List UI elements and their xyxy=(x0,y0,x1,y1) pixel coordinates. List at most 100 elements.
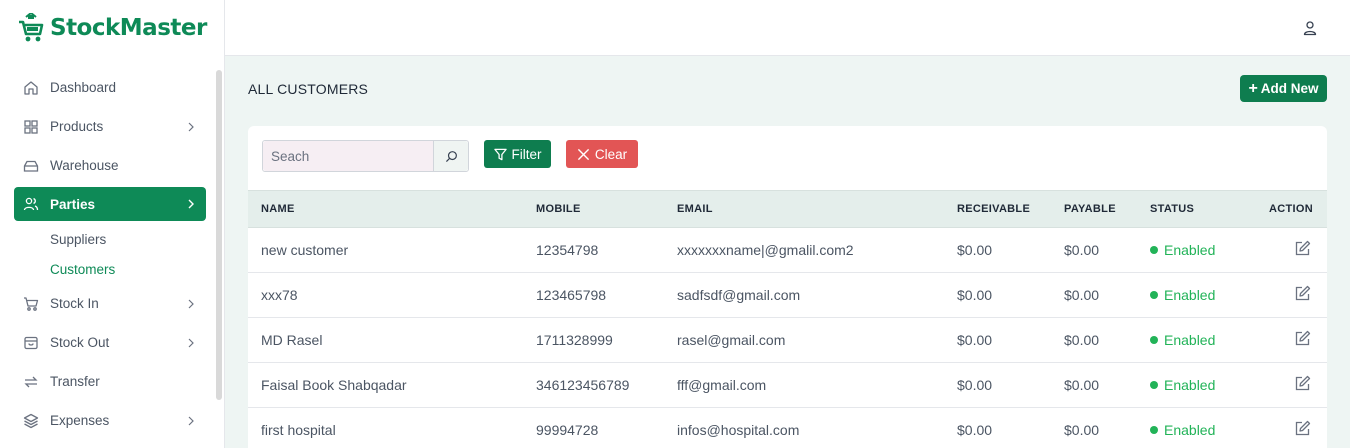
sidebar-item-label: Transfer xyxy=(50,374,100,389)
cell-receivable: $0.00 xyxy=(957,422,993,438)
chevron-right-icon xyxy=(188,122,194,131)
filter-icon xyxy=(493,148,507,160)
search-icon xyxy=(445,150,457,162)
sidebar-item-label: Warehouse xyxy=(50,158,119,173)
cell-payable: $0.00 xyxy=(1064,377,1100,393)
column-header-mobile[interactable]: MOBILE xyxy=(536,190,677,228)
cell-mobile: 123465798 xyxy=(536,287,607,303)
cell-email: infos@hospital.com xyxy=(677,422,800,438)
warehouse-icon xyxy=(22,157,40,175)
sidebar-item-expenses[interactable]: Expenses xyxy=(14,401,206,440)
edit-icon[interactable] xyxy=(1294,330,1311,347)
main-content: ALL CUSTOMERS + Add New Filter Clear NAM… xyxy=(225,56,1350,448)
close-icon xyxy=(577,148,589,160)
chevron-right-icon xyxy=(188,338,194,347)
cell-email: xxxxxxxname|@gmalil.com2 xyxy=(677,242,854,258)
edit-icon[interactable] xyxy=(1294,420,1311,437)
status-badge: Enabled xyxy=(1164,287,1216,303)
filter-button[interactable]: Filter xyxy=(484,140,551,168)
layers-icon xyxy=(22,412,40,430)
status-dot-icon xyxy=(1150,381,1158,389)
chevron-right-icon xyxy=(188,299,194,308)
cell-email: rasel@gmail.com xyxy=(677,332,786,348)
cell-action xyxy=(1268,228,1327,273)
status-badge: Enabled xyxy=(1164,422,1216,438)
edit-icon[interactable] xyxy=(1294,240,1311,257)
search-input[interactable] xyxy=(263,141,433,171)
cell-action xyxy=(1268,408,1327,448)
sidebar-item-label: Parties xyxy=(50,196,96,212)
cell-receivable: $0.00 xyxy=(957,377,993,393)
app-name: StockMaster xyxy=(50,15,207,41)
column-header-receivable[interactable]: RECEIVABLE xyxy=(957,190,1064,228)
add-new-button[interactable]: + Add New xyxy=(1240,75,1327,102)
status-badge: Enabled xyxy=(1164,377,1216,393)
sidebar-item-transfer[interactable]: Transfer xyxy=(14,362,206,401)
sidebar-item-products[interactable]: Products xyxy=(14,107,206,146)
cell-receivable: $0.00 xyxy=(957,332,993,348)
cell-receivable: $0.00 xyxy=(957,242,993,258)
cell-mobile: 1711328999 xyxy=(536,332,613,348)
table-row[interactable]: first hospital 99994728 infos@hospital.c… xyxy=(248,408,1327,448)
clear-button[interactable]: Clear xyxy=(566,140,638,168)
box-icon xyxy=(22,334,40,352)
cart-logo-icon xyxy=(19,13,44,42)
sidebar-item-dashboard[interactable]: Dashboard xyxy=(14,68,206,107)
table-row[interactable]: MD Rasel 1711328999 rasel@gmail.com $0.0… xyxy=(248,318,1327,363)
cell-status: Enabled xyxy=(1150,318,1268,363)
customers-table: NAME MOBILE EMAIL RECEIVABLE PAYABLE STA… xyxy=(248,190,1327,448)
table-header-row: NAME MOBILE EMAIL RECEIVABLE PAYABLE STA… xyxy=(248,190,1327,228)
column-header-status[interactable]: STATUS xyxy=(1150,190,1268,228)
column-header-payable[interactable]: PAYABLE xyxy=(1064,190,1150,228)
column-header-name[interactable]: NAME xyxy=(248,190,536,228)
sidebar: StockMaster Dashboard Products Warehouse xyxy=(0,0,225,448)
table-row[interactable]: xxx78 123465798 sadfsdf@gmail.com $0.00 … xyxy=(248,273,1327,318)
cell-email: fff@gmail.com xyxy=(677,377,767,393)
chevron-right-icon xyxy=(188,416,194,425)
cell-action xyxy=(1268,363,1327,408)
sidebar-item-stock-out[interactable]: Stock Out xyxy=(14,323,206,362)
page-title: ALL CUSTOMERS xyxy=(248,81,369,97)
cell-name: xxx78 xyxy=(261,287,298,303)
user-icon[interactable] xyxy=(1302,20,1318,36)
sidebar-subitem-customers[interactable]: Customers xyxy=(50,254,206,284)
column-header-action: ACTION xyxy=(1268,190,1327,228)
search-box xyxy=(262,140,469,172)
transfer-icon xyxy=(22,373,40,391)
edit-icon[interactable] xyxy=(1294,375,1311,392)
cell-status: Enabled xyxy=(1150,273,1268,318)
search-button[interactable] xyxy=(433,141,468,171)
sidebar-item-warehouse[interactable]: Warehouse xyxy=(14,146,206,185)
cell-status: Enabled xyxy=(1150,363,1268,408)
sidebar-item-label: Stock In xyxy=(50,296,99,311)
cell-receivable: $0.00 xyxy=(957,287,993,303)
column-header-email[interactable]: EMAIL xyxy=(677,190,957,228)
cell-mobile: 346123456789 xyxy=(536,377,630,393)
status-badge: Enabled xyxy=(1164,332,1216,348)
table-header: NAME MOBILE EMAIL RECEIVABLE PAYABLE STA… xyxy=(248,190,1327,228)
table-row[interactable]: Faisal Book Shabqadar 346123456789 fff@g… xyxy=(248,363,1327,408)
table-row[interactable]: new customer 12354798 xxxxxxxname|@gmali… xyxy=(248,228,1327,273)
customers-card: Filter Clear NAME MOBILE EMAIL RECEIVABL… xyxy=(248,126,1327,448)
sidebar-item-parties[interactable]: Parties xyxy=(14,187,206,221)
sidebar-subitem-label: Customers xyxy=(50,261,116,277)
users-icon xyxy=(22,195,40,213)
status-dot-icon xyxy=(1150,246,1158,254)
parties-subnav: Suppliers Customers xyxy=(14,224,206,284)
cell-name: new customer xyxy=(261,242,349,258)
edit-icon[interactable] xyxy=(1294,285,1311,302)
sidebar-item-label: Stock Out xyxy=(50,335,110,350)
cell-payable: $0.00 xyxy=(1064,287,1100,303)
clear-label: Clear xyxy=(594,146,628,162)
status-dot-icon xyxy=(1150,426,1158,434)
cell-mobile: 12354798 xyxy=(536,242,599,258)
sidebar-subitem-label: Suppliers xyxy=(50,231,107,247)
cell-name: MD Rasel xyxy=(261,332,323,348)
app-logo[interactable]: StockMaster xyxy=(18,12,207,44)
sidebar-scrollbar[interactable] xyxy=(216,70,222,400)
status-dot-icon xyxy=(1150,291,1158,299)
sidebar-item-stock-in[interactable]: Stock In xyxy=(14,284,206,323)
status-badge: Enabled xyxy=(1164,242,1216,258)
cell-status: Enabled xyxy=(1150,228,1268,273)
sidebar-subitem-suppliers[interactable]: Suppliers xyxy=(50,224,206,254)
